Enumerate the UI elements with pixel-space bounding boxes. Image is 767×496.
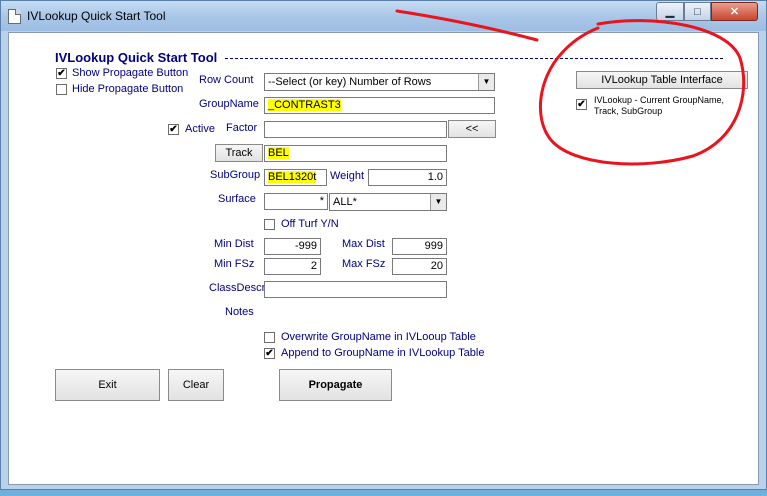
propagate-button[interactable]: Propagate [279, 369, 392, 401]
active-label: Active [185, 123, 215, 135]
ivlookup-current-label: IVLookup - Current GroupName, Track, Sub… [594, 95, 725, 116]
group-name-label: GroupName [199, 98, 259, 110]
group-name-value: _CONTRAST3 [268, 99, 341, 111]
active-checkbox[interactable]: ✔ [168, 124, 179, 135]
hide-propagate-label: Hide Propagate Button [72, 83, 184, 95]
min-fsz-label: Min FSz [214, 258, 255, 270]
off-turf-label: Off Turf Y/N [281, 218, 339, 230]
weight-field[interactable]: 1.0 [368, 169, 447, 186]
header-divider [225, 58, 723, 59]
ivlookup-current-checkbox[interactable]: ✔ [576, 99, 587, 110]
factor-field[interactable] [264, 121, 447, 138]
form-client-area: IVLookup Quick Start Tool ✔ Show Propaga… [8, 32, 759, 485]
max-dist-label: Max Dist [342, 238, 385, 250]
row-count-value: --Select (or key) Number of Rows [268, 76, 432, 88]
annotation-stroke [395, 9, 539, 42]
track-button[interactable]: Track [215, 144, 263, 162]
min-dist-label: Min Dist [214, 238, 254, 250]
document-icon [8, 9, 21, 24]
show-propagate-checkbox[interactable]: ✔ [56, 68, 67, 79]
off-turf-checkbox[interactable] [264, 219, 275, 230]
notes-label: Notes [225, 306, 254, 318]
surface-select-value: ALL* [333, 196, 357, 208]
window-title: IVLookup Quick Start Tool [27, 9, 166, 23]
ivlookup-table-interface-button[interactable]: IVLookup Table Interface [576, 71, 748, 89]
min-dist-field[interactable]: -999 [264, 238, 321, 255]
group-name-field[interactable]: _CONTRAST3 [264, 97, 495, 114]
show-propagate-label: Show Propagate Button [72, 67, 189, 79]
surface-field[interactable]: * [264, 193, 328, 210]
title-bar[interactable]: IVLookup Quick Start Tool ▁ □ ✕ [1, 1, 766, 31]
clear-button[interactable]: Clear [168, 369, 224, 401]
chevron-down-icon[interactable]: ▼ [430, 194, 446, 210]
max-dist-field[interactable]: 999 [392, 238, 447, 255]
maximize-button[interactable]: □ [684, 2, 711, 21]
track-value: BEL [268, 147, 289, 159]
subgroup-label: SubGroup [210, 169, 261, 181]
factor-label: Factor [226, 122, 258, 134]
hide-propagate-checkbox[interactable] [56, 84, 67, 95]
surface-label: Surface [218, 193, 256, 205]
row-count-label: Row Count [199, 74, 254, 86]
chevron-down-icon[interactable]: ▼ [478, 74, 494, 90]
overwrite-checkbox[interactable] [264, 332, 275, 343]
append-label: Append to GroupName in IVLookup Table [281, 347, 485, 359]
class-descr-field[interactable] [264, 281, 447, 298]
overwrite-label: Overwrite GroupName in IVLooup Table [281, 331, 476, 343]
surface-select[interactable]: ALL* ▼ [329, 193, 447, 211]
row-count-select[interactable]: --Select (or key) Number of Rows ▼ [264, 73, 495, 91]
subgroup-value: BEL1320t [268, 171, 317, 183]
class-descr-label: ClassDescr [209, 282, 266, 294]
form-header: IVLookup Quick Start Tool [55, 50, 218, 65]
track-field[interactable]: BEL [264, 145, 447, 162]
max-fsz-field[interactable]: 20 [392, 258, 447, 275]
close-button[interactable]: ✕ [711, 2, 758, 21]
append-checkbox[interactable]: ✔ [264, 348, 275, 359]
subgroup-field[interactable]: BEL1320t [264, 169, 327, 186]
minimize-button[interactable]: ▁ [656, 2, 684, 21]
weight-label: Weight [330, 170, 365, 182]
factor-copy-button[interactable]: << [448, 120, 496, 138]
max-fsz-label: Max FSz [342, 258, 386, 270]
exit-button[interactable]: Exit [55, 369, 160, 401]
app-window: IVLookup Quick Start Tool ▁ □ ✕ IVLookup… [0, 0, 767, 490]
min-fsz-field[interactable]: 2 [264, 258, 321, 275]
